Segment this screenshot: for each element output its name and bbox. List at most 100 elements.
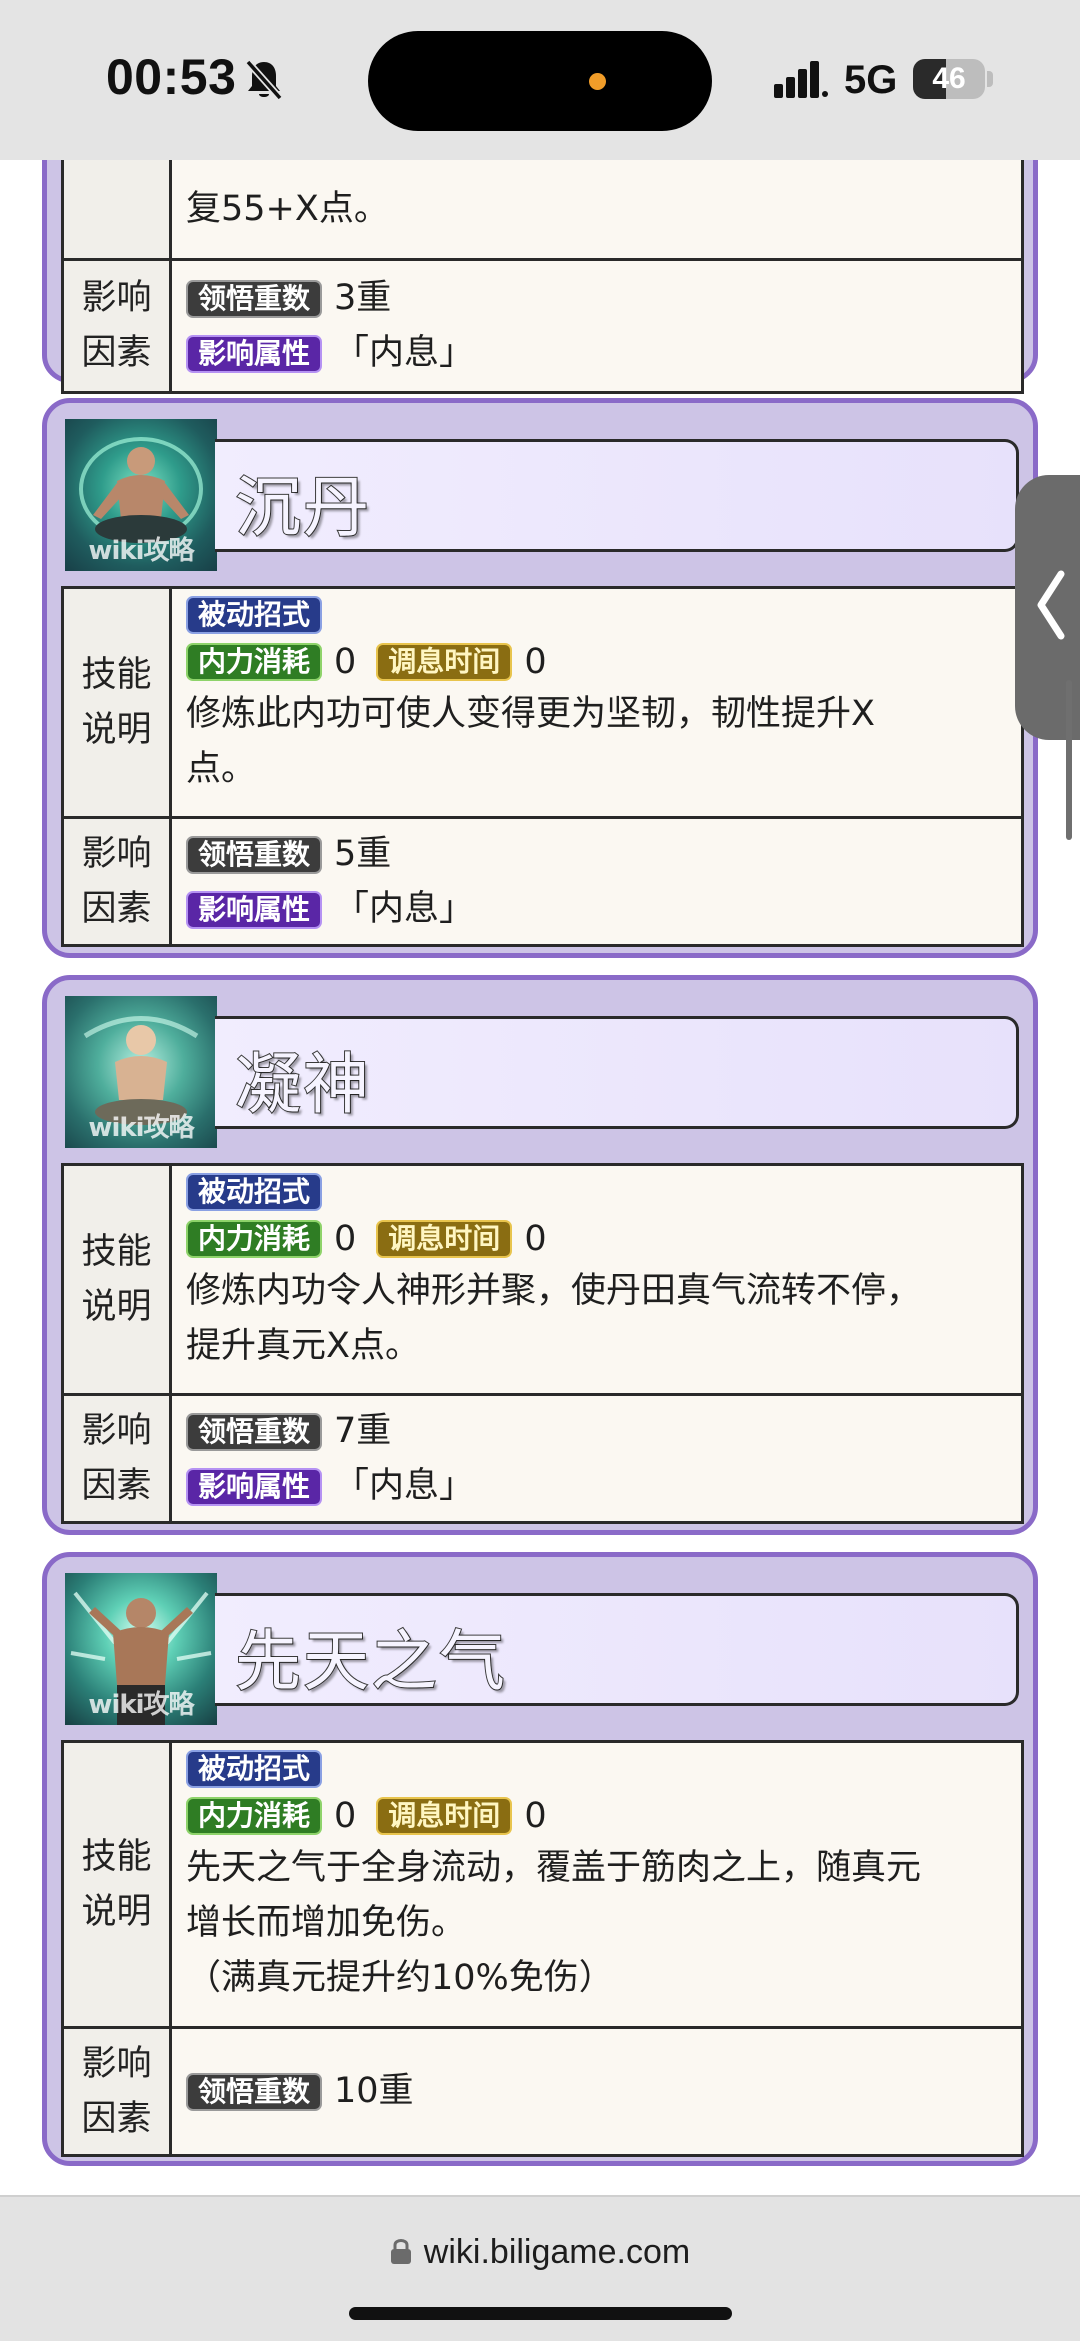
skill-portrait-image: wiki攻略 [65, 996, 217, 1148]
attribute-value: 「内息」 [334, 889, 475, 929]
factor-body: 领悟重数 10重 [172, 2029, 1021, 2154]
skill-info-table: 技能说明 被动招式 内力消耗 0 调息时间 0 修炼内功令人神形并聚，使丹田真气流转不… [61, 1163, 1024, 1524]
desc-line: 点。 [186, 749, 257, 789]
desc-row-label: 说明 [64, 160, 172, 258]
url-text: wiki.biligame.com [423, 2233, 691, 2271]
skill-card: wiki攻略 沉丹 技能说明 被动招式 内力消耗 0 调息时间 0 修炼此内功可使人变… [42, 398, 1038, 958]
desc-row-label: 技能 说明 [64, 1743, 172, 2026]
skill-title-box: 沉丹 [215, 439, 1019, 552]
skill-header: wiki攻略 沉丹 [65, 419, 1019, 571]
tag-passive: 被动招式 [186, 596, 323, 634]
attribute-value: 「内息」 [334, 1466, 475, 1506]
battery-percent: 46 [932, 62, 966, 95]
level-value: 7重 [334, 1411, 392, 1451]
factor-row: 影响因素 领悟重数 5重 影响属性 「内息」 [64, 816, 1021, 944]
scrollbar-thumb[interactable] [1066, 680, 1072, 840]
level-value: 10重 [334, 2071, 414, 2111]
label-line: 影响 [81, 2043, 152, 2084]
lock-icon [390, 2239, 411, 2264]
skill-header: wiki攻略 凝神 [65, 996, 1019, 1148]
tag-level: 领悟重数 [186, 279, 323, 318]
skill-info-table: 说明 复55+X点。 影响因素 领悟重数 3重 影响属性「内息」 [61, 160, 1024, 394]
mp-cost-value: 0 [334, 1795, 357, 1836]
factor-row-label: 影响 因素 [64, 819, 172, 944]
level-value: 3重 [334, 278, 392, 318]
skill-header: wiki攻略 先天之气 [65, 1573, 1019, 1725]
tag-passive: 被动招式 [186, 1750, 323, 1788]
cooldown-value: 0 [524, 1795, 547, 1836]
battery-icon: 46 [913, 59, 985, 99]
factor-row: 影响因素 领悟重数 10重 [64, 2026, 1021, 2154]
tag-attribute: 影响属性 [186, 1467, 323, 1506]
mp-cost-value: 0 [334, 1218, 357, 1259]
label-line: 因素 [81, 333, 152, 373]
skill-card: wiki攻略 先天之气 技能 说明 被动招式 内力消耗 0 调息时间 0 先天之气于全身… [42, 1552, 1038, 2166]
tag-level: 领悟重数 [186, 835, 323, 874]
factor-row: 影响 因素 领悟重数 3重 影响属性 「内息」 [64, 258, 1021, 391]
battery-nub [987, 71, 993, 87]
desc-body: 复55+X点。 [172, 160, 1021, 258]
tag-cooldown: 调息时间 [376, 1797, 513, 1835]
label-line: 技能 [81, 1231, 152, 1272]
factor-row-label: 影响 因素 [64, 1396, 172, 1521]
portrait-watermark: wiki攻略 [88, 1690, 194, 1720]
skill-title: 凝神 [234, 1045, 371, 1124]
label-fragment: 说明 [81, 160, 153, 166]
tag-attribute: 影响属性 [186, 890, 323, 929]
factor-row: 影响因素 领悟重数 7重 影响属性 「内息」 [64, 1393, 1021, 1521]
skill-info-table: 技能 说明 被动招式 内力消耗 0 调息时间 0 先天之气于全身流动，覆盖于筋肉之上，随… [61, 1740, 1024, 2157]
tag-cooldown: 调息时间 [376, 643, 513, 681]
skill-desc-row: 技能说明 被动招式 内力消耗 0 调息时间 0 修炼此内功可使人变得更为坚韧，韧性提升… [64, 589, 1021, 816]
factor-body: 领悟重数 3重 影响属性 「内息」 [172, 261, 1021, 391]
factor-row-label: 影响 因素 [64, 2029, 172, 2154]
tag-passive: 被动招式 [186, 1173, 323, 1211]
label-line: 影响 [81, 278, 152, 318]
tag-mp-cost: 内力消耗 [186, 643, 323, 681]
tag-mp-cost: 内力消耗 [186, 1220, 323, 1258]
signal-bars-icon [774, 61, 828, 98]
mp-cost-value: 0 [334, 641, 357, 682]
dynamic-island [368, 31, 712, 131]
desc-line: 修炼内功令人神形并聚，使丹田真气流转不停， [186, 1271, 922, 1311]
label-line: 影响 [81, 1410, 152, 1451]
label-line: 技能 [81, 654, 152, 695]
label-line: 因素 [81, 2098, 152, 2139]
desc-line: 增长而增加免伤。 [186, 1903, 467, 1943]
skill-title: 沉丹 [234, 468, 371, 547]
label-line: 因素 [81, 1465, 152, 1506]
portrait-watermark: wiki攻略 [88, 536, 194, 566]
skill-title: 先天之气 [234, 1622, 507, 1701]
cooldown-value: 0 [524, 641, 547, 682]
tag-cooldown: 调息时间 [376, 1220, 513, 1258]
label-line: 说明 [81, 1286, 152, 1327]
desc-row-label: 技能 说明 [64, 589, 172, 816]
label-line: 影响 [81, 833, 152, 874]
desc-line: （满真元提升约10%免伤） [186, 1958, 614, 1998]
desc-line: 修炼此内功可使人变得更为坚韧，韧性提升X [186, 694, 875, 734]
skill-card: wiki攻略 凝神 技能说明 被动招式 内力消耗 0 调息时间 0 修炼内功令人神形并… [42, 975, 1038, 1535]
factor-body: 领悟重数 5重 影响属性 「内息」 [172, 819, 1021, 944]
portrait-watermark: wiki攻略 [88, 1113, 194, 1143]
cooldown-value: 0 [524, 1218, 547, 1259]
camera-indicator-dot [589, 73, 606, 90]
desc-body: 被动招式 内力消耗 0 调息时间 0 先天之气于全身流动，覆盖于筋肉之上，随真元 增长… [172, 1743, 1021, 2026]
skill-desc-row: 技能说明 被动招式 内力消耗 0 调息时间 0 修炼内功令人神形并聚，使丹田真气流转不… [64, 1166, 1021, 1393]
label-line: 因素 [81, 888, 152, 929]
label-line: 技能 [81, 1836, 152, 1877]
desc-row-label: 技能 说明 [64, 1166, 172, 1393]
skill-portrait-image: wiki攻略 [65, 419, 217, 571]
skill-portrait-image: wiki攻略 [65, 1573, 217, 1725]
label-line: 说明 [81, 709, 152, 750]
tag-level: 领悟重数 [186, 1412, 323, 1451]
home-indicator[interactable] [349, 2307, 732, 2320]
status-time: 00:53 [106, 49, 237, 105]
status-bar: 00:53 5G 46 [0, 0, 1080, 160]
skill-info-table: 技能说明 被动招式 内力消耗 0 调息时间 0 修炼此内功可使人变得更为坚韧，韧性提升… [61, 586, 1024, 947]
tag-level: 领悟重数 [186, 2072, 323, 2111]
address-bar[interactable]: wiki.biligame.com [0, 2233, 1080, 2272]
wiki-content: 说明 复55+X点。 影响因素 领悟重数3重 影响属性「内息」 [0, 160, 1080, 2195]
chevron-left-icon [1037, 570, 1065, 640]
tag-mp-cost: 内力消耗 [186, 1797, 323, 1835]
desc-line: 先天之气于全身流动，覆盖于筋肉之上，随真元 [186, 1848, 922, 1888]
desc-body: 被动招式 内力消耗 0 调息时间 0 修炼内功令人神形并聚，使丹田真气流转不停， 提升… [172, 1166, 1021, 1393]
